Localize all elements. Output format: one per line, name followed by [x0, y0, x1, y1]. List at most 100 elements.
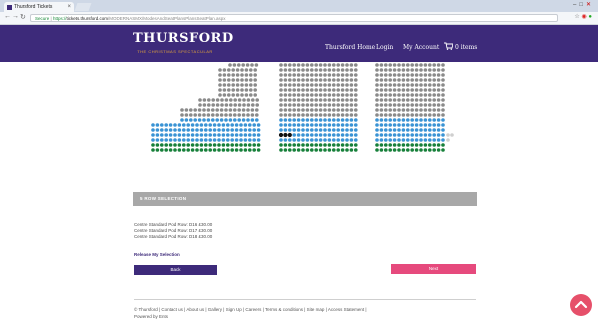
seat[interactable] [423, 113, 428, 117]
seat[interactable] [379, 83, 384, 87]
seat[interactable] [215, 108, 219, 112]
seat[interactable] [246, 108, 250, 112]
seat[interactable] [248, 148, 252, 152]
seat[interactable] [375, 133, 379, 137]
seat[interactable] [234, 128, 239, 132]
seat[interactable] [318, 78, 323, 82]
seat[interactable] [218, 73, 222, 77]
seat[interactable] [354, 103, 358, 107]
seat[interactable] [388, 128, 393, 132]
seat[interactable] [410, 123, 415, 127]
seat[interactable] [392, 148, 397, 152]
seat[interactable] [401, 113, 406, 117]
seat[interactable] [212, 133, 217, 137]
seat[interactable] [237, 118, 241, 122]
seat[interactable] [384, 63, 388, 67]
seat[interactable] [384, 68, 388, 72]
selected-seat[interactable] [278, 132, 284, 138]
seat[interactable] [414, 103, 419, 107]
seat[interactable] [239, 143, 243, 147]
seat[interactable] [283, 88, 288, 92]
seat[interactable] [211, 108, 215, 112]
seat[interactable] [419, 73, 423, 77]
seat[interactable] [177, 123, 182, 127]
seat[interactable] [392, 123, 397, 127]
seat[interactable] [349, 133, 354, 137]
seat[interactable] [218, 88, 222, 92]
seat[interactable] [208, 143, 212, 147]
seat[interactable] [235, 88, 240, 92]
seat[interactable] [441, 118, 445, 122]
seat[interactable] [208, 133, 212, 137]
seat[interactable] [160, 143, 164, 147]
seat[interactable] [414, 138, 419, 142]
seat[interactable] [428, 123, 432, 127]
seat[interactable] [327, 83, 332, 87]
seat[interactable] [428, 143, 432, 147]
seat[interactable] [397, 63, 401, 67]
seat[interactable] [432, 98, 437, 102]
seat[interactable] [327, 98, 332, 102]
seat[interactable] [384, 118, 388, 122]
seat[interactable] [227, 83, 231, 87]
seat[interactable] [160, 138, 164, 142]
seat[interactable] [323, 123, 327, 127]
seat[interactable] [414, 108, 419, 112]
seat[interactable] [419, 113, 423, 117]
seat[interactable] [246, 103, 251, 107]
seat[interactable] [204, 123, 208, 127]
seat[interactable] [340, 118, 345, 122]
seat[interactable] [305, 138, 310, 142]
seat[interactable] [249, 93, 253, 97]
seat[interactable] [392, 103, 397, 107]
seat[interactable] [419, 143, 423, 147]
seat[interactable] [436, 143, 441, 147]
seat[interactable] [279, 113, 283, 117]
seat[interactable] [292, 68, 297, 72]
seat[interactable] [441, 98, 445, 102]
seat[interactable] [226, 138, 230, 142]
seat[interactable] [211, 118, 215, 122]
seat[interactable] [151, 133, 155, 137]
seat[interactable] [441, 73, 445, 77]
seat[interactable] [296, 83, 301, 87]
seat[interactable] [198, 98, 202, 102]
seat[interactable] [155, 138, 160, 142]
seat[interactable] [314, 73, 319, 77]
seat[interactable] [283, 83, 288, 87]
seat[interactable] [414, 63, 419, 67]
seat[interactable] [215, 118, 219, 122]
seat[interactable] [419, 133, 423, 137]
seat[interactable] [432, 103, 437, 107]
seat[interactable] [301, 143, 305, 147]
seat[interactable] [327, 103, 332, 107]
seat[interactable] [190, 123, 195, 127]
seat[interactable] [441, 128, 445, 132]
seat[interactable] [240, 73, 244, 77]
seat[interactable] [250, 108, 255, 112]
seat[interactable] [392, 78, 397, 82]
seat[interactable] [327, 113, 332, 117]
seat[interactable] [354, 83, 358, 87]
seat[interactable] [397, 108, 401, 112]
seat[interactable] [397, 98, 401, 102]
seat[interactable] [239, 133, 243, 137]
seat[interactable] [414, 148, 419, 152]
seat[interactable] [432, 78, 437, 82]
seat[interactable] [388, 68, 393, 72]
seat[interactable] [305, 133, 310, 137]
seat[interactable] [332, 98, 336, 102]
seat[interactable] [230, 143, 234, 147]
seat[interactable] [428, 128, 432, 132]
seat[interactable] [292, 133, 297, 137]
seat[interactable] [388, 123, 393, 127]
seat[interactable] [296, 108, 301, 112]
seat[interactable] [279, 123, 283, 127]
seat[interactable] [375, 78, 379, 82]
seat[interactable] [283, 123, 288, 127]
seat[interactable] [254, 63, 259, 67]
seat[interactable] [323, 138, 327, 142]
seat[interactable] [327, 123, 332, 127]
seat[interactable] [388, 78, 393, 82]
seat[interactable] [296, 118, 301, 122]
